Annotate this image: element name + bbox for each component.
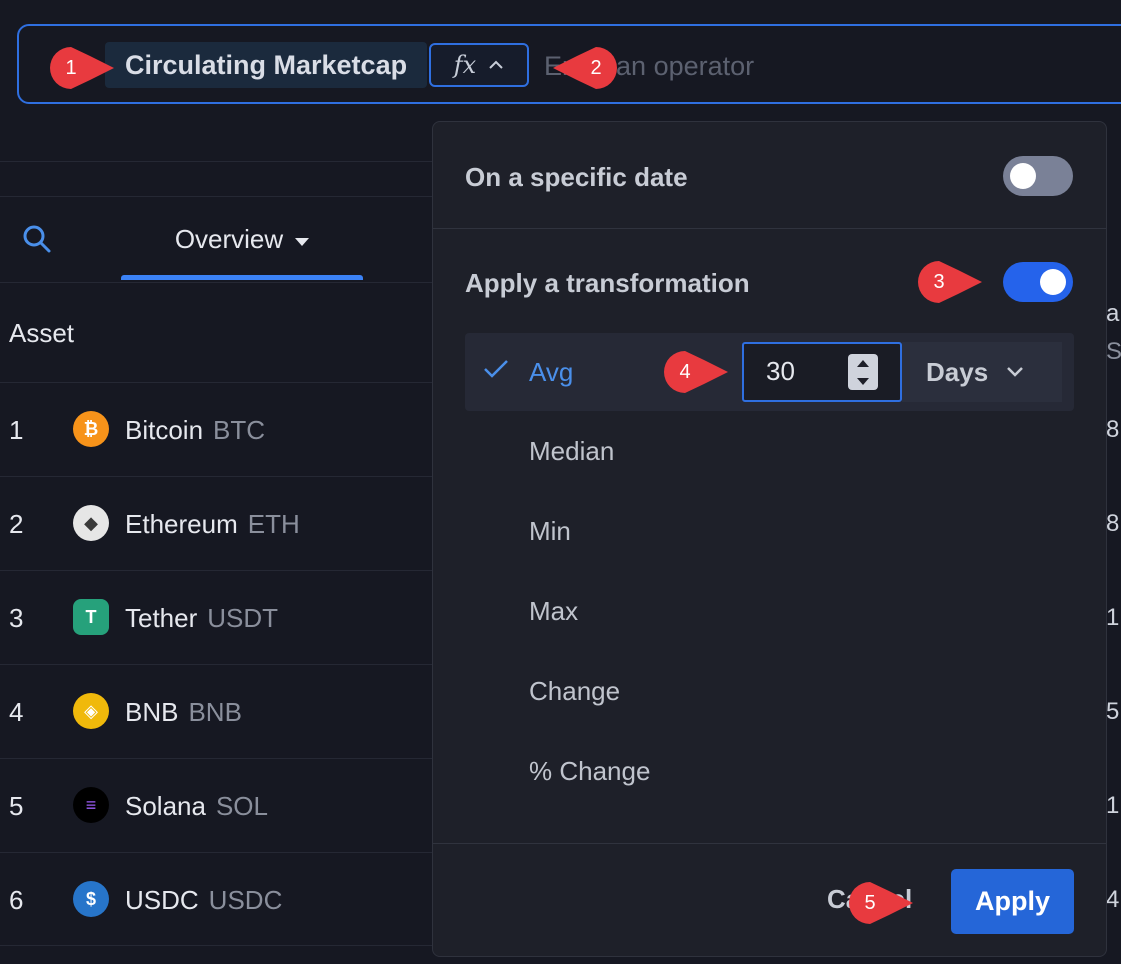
chevron-down-icon [1007, 367, 1024, 377]
tether-icon: T [73, 599, 109, 635]
asset-name-text: USDC [125, 885, 199, 915]
row-rank: 3 [9, 603, 24, 633]
divider [433, 228, 1106, 229]
row-rank: 1 [9, 415, 24, 445]
metric-chip-label: Circulating Marketcap [125, 49, 408, 80]
callout-number: 4 [679, 361, 691, 383]
asset-ticker: SOL [215, 791, 268, 821]
transformation-toggle[interactable] [1003, 262, 1073, 302]
divider [0, 161, 435, 162]
tab-overview-label: Overview [174, 224, 284, 254]
table-row[interactable]: 3 T Tether USDT [0, 570, 435, 664]
callout-number: 1 [65, 57, 77, 79]
fx-icon: fx [453, 51, 477, 79]
caret-down-icon [295, 238, 310, 246]
asset-ticker: BTC [213, 415, 266, 445]
option-max[interactable]: Max [529, 596, 578, 627]
stepper-up-icon[interactable] [848, 354, 878, 372]
callout-number: 5 [864, 892, 876, 914]
table-row[interactable]: 6 $ USDC USDC [0, 852, 435, 946]
column-header-clipped: al [1106, 300, 1121, 327]
asset-name[interactable]: Bitcoin BTC [125, 415, 265, 446]
table-row[interactable]: 1 ₿ Bitcoin BTC [0, 382, 435, 476]
table-row[interactable]: 2 ◆ Ethereum ETH [0, 476, 435, 570]
bitcoin-icon: ₿ [73, 411, 109, 447]
tab-active-indicator [121, 275, 363, 280]
option-avg[interactable]: Avg Days [465, 333, 1074, 411]
row-rank: 5 [9, 791, 24, 821]
period-stepper[interactable] [848, 354, 878, 390]
period-input-wrap [742, 342, 902, 402]
tab-overview[interactable]: Overview [121, 218, 363, 280]
fx-button[interactable]: fx [429, 43, 529, 87]
option-min[interactable]: Min [529, 516, 571, 547]
asset-name[interactable]: Ethereum ETH [125, 509, 300, 540]
toggle-knob [1040, 269, 1066, 295]
specific-date-label: On a specific date [465, 162, 688, 192]
usdc-icon: $ [73, 881, 109, 917]
option-percent-change[interactable]: % Change [529, 756, 650, 787]
asset-name-text: Bitcoin [125, 415, 204, 445]
asset-ticker: USDT [207, 603, 279, 633]
column-header-asset[interactable]: Asset [9, 318, 74, 349]
asset-name[interactable]: Tether USDT [125, 603, 278, 634]
asset-name-text: Tether [125, 603, 198, 633]
chevron-up-icon [489, 60, 503, 69]
asset-ticker: BNB [188, 697, 242, 727]
option-median[interactable]: Median [529, 436, 614, 467]
table-row[interactable]: 4 ◈ BNB BNB [0, 664, 435, 758]
period-input[interactable] [766, 356, 846, 387]
callout-marker: 2 [553, 47, 617, 89]
clipped-cell: 4 [1106, 886, 1120, 913]
specific-date-toggle[interactable] [1003, 156, 1073, 196]
asset-name[interactable]: Solana SOL [125, 791, 268, 822]
asset-name-text: BNB [125, 697, 179, 727]
toggle-knob [1010, 163, 1036, 189]
clipped-cell: 5: [1106, 698, 1121, 725]
clipped-cell: 8. [1106, 510, 1121, 537]
bnb-icon: ◈ [73, 693, 109, 729]
option-avg-label: Avg [529, 357, 574, 387]
asset-name[interactable]: BNB BNB [125, 697, 242, 728]
clipped-cell: 8. [1106, 416, 1121, 443]
callout-marker: 3 [918, 261, 982, 303]
stepper-down-icon[interactable] [848, 372, 878, 390]
apply-button[interactable]: Apply [951, 869, 1074, 934]
table-row[interactable]: 5 ≡ Solana SOL [0, 758, 435, 852]
asset-name-text: Ethereum [125, 509, 238, 539]
period-unit-label: Days [926, 356, 989, 387]
column-subheader-clipped: S [1106, 338, 1121, 365]
asset-name[interactable]: USDC USDC [125, 885, 282, 916]
transformation-panel: On a specific date Apply a transformatio… [432, 121, 1107, 957]
row-rank: 4 [9, 697, 24, 727]
row-rank: 2 [9, 509, 24, 539]
solana-icon: ≡ [73, 787, 109, 823]
callout-marker: 4 [664, 351, 728, 393]
clipped-cell: 1. [1106, 792, 1121, 819]
callout-number: 2 [590, 57, 602, 79]
divider [0, 282, 435, 283]
clipped-cell: 1. [1106, 604, 1121, 631]
period-unit-select[interactable]: Days [902, 342, 1062, 402]
search-icon[interactable] [22, 224, 52, 254]
ethereum-icon: ◆ [73, 505, 109, 541]
divider [433, 843, 1106, 844]
callout-number: 3 [933, 271, 945, 293]
divider [0, 196, 435, 197]
option-change[interactable]: Change [529, 676, 620, 707]
callout-marker: 5 [849, 882, 913, 924]
asset-ticker: USDC [208, 885, 283, 915]
transformation-label: Apply a transformation [465, 268, 750, 298]
row-rank: 6 [9, 885, 24, 915]
metric-chip[interactable]: Circulating Marketcap [105, 42, 428, 88]
operator-input[interactable] [544, 46, 1044, 86]
asset-name-text: Solana [125, 791, 206, 821]
asset-ticker: ETH [247, 509, 300, 539]
callout-marker: 1 [50, 47, 114, 89]
check-icon [484, 360, 508, 378]
